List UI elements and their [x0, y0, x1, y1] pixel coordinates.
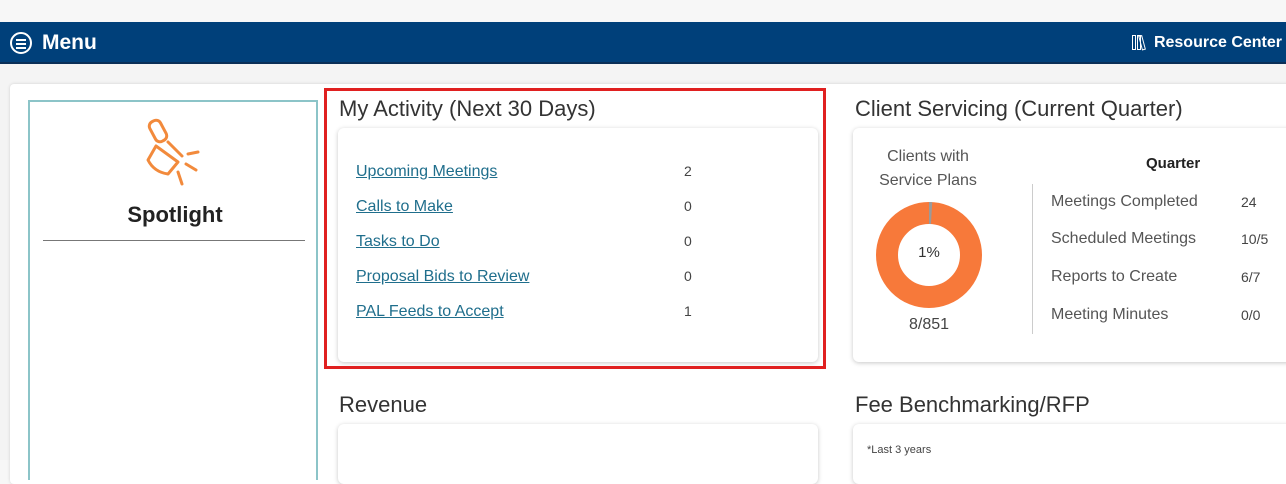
quarter-header: Quarter	[1146, 155, 1201, 172]
spotlight-title: Spotlight	[127, 202, 223, 227]
donut-count-label: 8/851	[908, 316, 950, 333]
hamburger-circle-icon	[10, 32, 32, 54]
revenue-title: Revenue	[339, 392, 428, 417]
fee-benchmarking-note: *Last 3 years	[867, 444, 932, 456]
spotlight-lamp-icon	[146, 118, 200, 186]
top-navbar: Menu Resource Center	[0, 22, 1286, 64]
menu-label: Menu	[42, 31, 97, 54]
quarter-row: Reports to Create 6/7	[1051, 268, 1286, 286]
quarter-row-value: 0/0	[1241, 307, 1261, 323]
spotlight-divider	[43, 240, 305, 241]
revenue-card	[338, 424, 818, 484]
donut-percent-label: 1%	[918, 244, 940, 261]
quarter-row-label: Meetings Completed	[1051, 193, 1198, 210]
quarter-row: Meetings Completed 24	[1051, 193, 1286, 211]
quarter-row-label: Reports to Create	[1051, 268, 1178, 285]
subtitle-line: Clients with	[887, 148, 969, 165]
spotlight-panel[interactable]: Spotlight	[28, 100, 318, 480]
fee-benchmarking-title: Fee Benchmarking/RFP	[855, 392, 1090, 417]
books-icon	[1131, 34, 1150, 51]
quarter-row-value: 6/7	[1241, 269, 1261, 285]
resource-center-label: Resource Center	[1153, 34, 1282, 51]
quarter-row-label: Meeting Minutes	[1051, 306, 1169, 323]
browser-top-strip	[0, 0, 1286, 22]
resource-center-button[interactable]: Resource Center	[1131, 34, 1282, 52]
service-plans-subtitle: Clients with Service Plans	[868, 145, 988, 193]
menu-button[interactable]: Menu	[10, 30, 97, 56]
quarter-row-value: 10/5	[1241, 231, 1269, 247]
quarter-row-label: Scheduled Meetings	[1051, 230, 1196, 247]
section-divider	[1032, 184, 1033, 334]
client-servicing-title: Client Servicing (Current Quarter)	[855, 96, 1183, 121]
quarter-row-value: 24	[1241, 194, 1257, 210]
highlight-box	[324, 88, 826, 369]
quarter-row: Meeting Minutes 0/0	[1051, 306, 1286, 324]
subtitle-line: Service Plans	[879, 172, 977, 189]
quarter-row: Scheduled Meetings 10/5	[1051, 230, 1286, 248]
